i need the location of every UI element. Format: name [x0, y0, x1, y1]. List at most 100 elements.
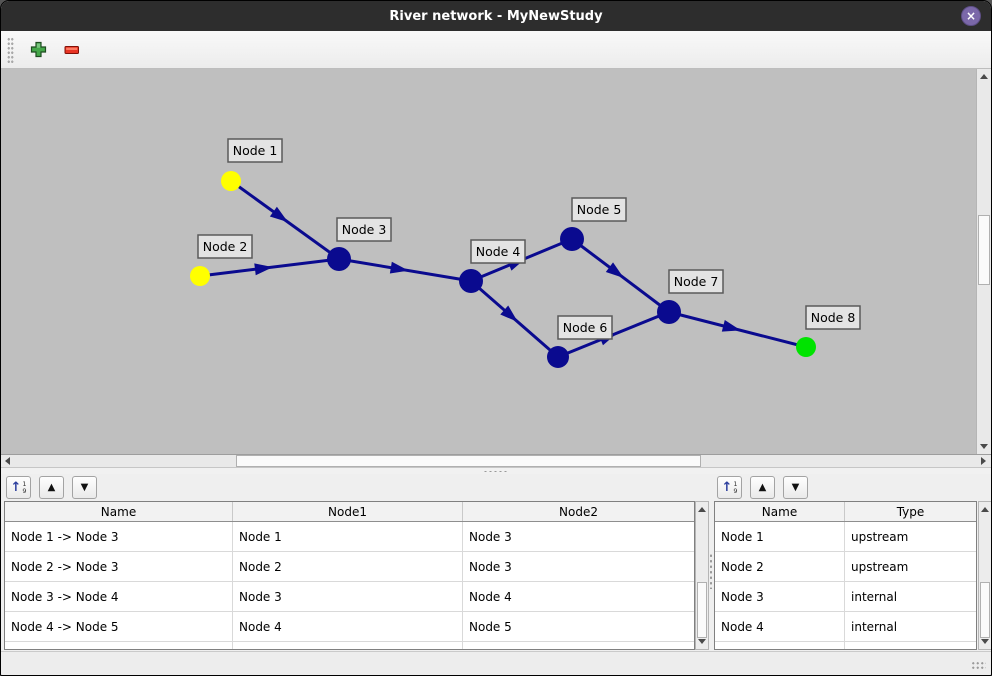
resize-grip-icon[interactable]	[971, 661, 986, 671]
column-header[interactable]: Name	[5, 502, 233, 521]
table-cell: Node 3	[233, 582, 463, 611]
network-node[interactable]	[459, 269, 483, 293]
scroll-up-icon	[980, 74, 988, 79]
canvas-horizontal-scrollbar[interactable]	[1, 454, 991, 468]
table-row[interactable]: Node 4 -> Node 5Node 4Node 5	[5, 612, 694, 642]
status-bar	[1, 651, 991, 675]
reach-move-down-button[interactable]: ▼	[72, 476, 97, 499]
scroll-left-button[interactable]	[1, 455, 14, 467]
canvas-vscroll-thumb[interactable]	[978, 215, 990, 285]
network-node[interactable]	[547, 346, 569, 368]
scroll-up-button[interactable]	[696, 503, 708, 516]
node-label[interactable]: Node 4	[471, 240, 525, 263]
reach-table: NameNode1Node2Node 1 -> Node 3Node 1Node…	[4, 501, 695, 650]
table-row[interactable]	[5, 642, 694, 650]
table-row[interactable]: Node 2 -> Node 3Node 2Node 3	[5, 552, 694, 582]
table-cell: Node 4	[715, 612, 845, 641]
network-node[interactable]	[560, 227, 584, 251]
canvas-hscroll-thumb[interactable]	[236, 455, 701, 467]
title-bar: River network - MyNewStudy ×	[1, 1, 991, 31]
table-row[interactable]: Node 1 -> Node 3Node 1Node 3	[5, 522, 694, 552]
svg-text:Node 8: Node 8	[811, 310, 856, 325]
svg-text:Node 4: Node 4	[476, 244, 521, 259]
node-sort-button[interactable]: ↑ 19	[717, 476, 742, 499]
table-row[interactable]: Node 3 -> Node 4Node 3Node 4	[5, 582, 694, 612]
network-node[interactable]	[190, 266, 210, 286]
network-canvas[interactable]: Node 1 Node 2 Node 3 Node 4 Node 5 Node 6 Node…	[1, 69, 991, 454]
toolbar-drag-handle[interactable]	[7, 37, 14, 63]
scroll-down-button[interactable]	[979, 635, 991, 648]
arrow-up-icon: ▲	[759, 482, 767, 493]
node-table-scrollbar[interactable]	[978, 501, 992, 650]
network-node[interactable]	[796, 337, 816, 357]
node-label[interactable]: Node 8	[806, 306, 860, 329]
column-header[interactable]: Node1	[233, 502, 463, 521]
close-button[interactable]: ×	[961, 6, 981, 26]
table-cell: Node 4	[463, 582, 694, 611]
table-row[interactable]	[715, 642, 976, 650]
canvas-vertical-scrollbar[interactable]	[976, 69, 991, 454]
scroll-down-button[interactable]	[977, 440, 991, 453]
table-cell: upstream	[845, 552, 976, 581]
svg-text:Node 5: Node 5	[577, 202, 622, 217]
node-label[interactable]: Node 1	[228, 139, 282, 162]
network-node[interactable]	[657, 300, 681, 324]
scroll-down-icon	[698, 639, 706, 644]
table-cell: Node 1	[233, 522, 463, 551]
scroll-up-icon	[698, 507, 706, 512]
splitter-grip-icon	[483, 470, 509, 473]
close-icon: ×	[966, 10, 976, 22]
table-row[interactable]: Node 4internal	[715, 612, 976, 642]
table-cell: Node 1 -> Node 3	[5, 522, 233, 551]
scroll-up-button[interactable]	[979, 503, 991, 516]
table-cell: Node 2	[233, 552, 463, 581]
arrow-down-icon: ▼	[792, 482, 800, 493]
node-label[interactable]: Node 7	[669, 270, 723, 293]
scroll-down-icon	[980, 444, 988, 449]
table-cell	[845, 642, 976, 650]
scroll-up-icon	[981, 507, 989, 512]
reach-scroll-thumb[interactable]	[697, 582, 707, 638]
table-row[interactable]: Node 1upstream	[715, 522, 976, 552]
table-cell: Node 3	[463, 522, 694, 551]
node-label[interactable]: Node 2	[198, 235, 252, 258]
network-node[interactable]	[327, 247, 351, 271]
reach-sort-button[interactable]: ↑ 19	[6, 476, 31, 499]
scroll-up-button[interactable]	[977, 70, 991, 83]
table-cell	[5, 642, 233, 650]
network-node[interactable]	[221, 171, 241, 191]
node-label[interactable]: Node 5	[572, 198, 626, 221]
river-network-diagram[interactable]: Node 1 Node 2 Node 3 Node 4 Node 5 Node 6 Node…	[1, 69, 978, 454]
table-cell: Node 3	[463, 552, 694, 581]
node-label[interactable]: Node 6	[558, 316, 612, 339]
reach-move-up-button[interactable]: ▲	[39, 476, 64, 499]
svg-text:Node 3: Node 3	[342, 222, 387, 237]
scroll-left-icon	[5, 457, 10, 465]
svg-text:Node 7: Node 7	[674, 274, 719, 289]
column-header[interactable]: Node2	[463, 502, 694, 521]
column-header[interactable]: Type	[845, 502, 976, 521]
table-cell: Node 5	[463, 612, 694, 641]
table-cell: Node 3	[715, 582, 845, 611]
scroll-down-button[interactable]	[696, 635, 708, 648]
column-header[interactable]: Name	[715, 502, 845, 521]
scroll-down-icon	[981, 639, 989, 644]
node-scroll-thumb[interactable]	[980, 582, 990, 638]
reach-table-scrollbar[interactable]	[695, 501, 709, 650]
window-title: River network - MyNewStudy	[389, 9, 602, 24]
add-button[interactable]	[25, 37, 51, 63]
table-cell: Node 2	[715, 552, 845, 581]
table-cell: Node 2 -> Node 3	[5, 552, 233, 581]
node-move-down-button[interactable]: ▼	[783, 476, 808, 499]
vertical-splitter[interactable]	[709, 553, 713, 589]
minus-icon	[64, 42, 80, 58]
svg-text:Node 1: Node 1	[233, 143, 278, 158]
svg-text:Node 6: Node 6	[563, 320, 608, 335]
node-label[interactable]: Node 3	[337, 218, 391, 241]
remove-button[interactable]	[59, 37, 85, 63]
node-move-up-button[interactable]: ▲	[750, 476, 775, 499]
table-row[interactable]: Node 2upstream	[715, 552, 976, 582]
table-row[interactable]: Node 3internal	[715, 582, 976, 612]
scroll-right-button[interactable]	[977, 455, 990, 467]
scroll-right-icon	[981, 457, 986, 465]
